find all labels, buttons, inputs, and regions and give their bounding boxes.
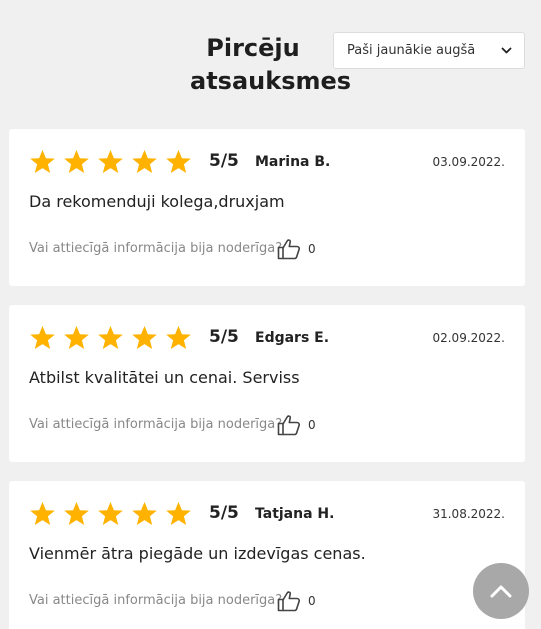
review-card: 5/5 Tatjana H. 31.08.2022. Vienmēr ātra … bbox=[9, 481, 525, 629]
review-author: Tatjana H. bbox=[255, 506, 335, 522]
star-rating bbox=[29, 501, 199, 527]
star-icon bbox=[63, 501, 90, 527]
review-text: Vienmēr ātra piegāde un izdevīgas cenas. bbox=[29, 544, 366, 563]
review-text: Da rekomenduji kolega,druxjam bbox=[29, 192, 285, 211]
star-icon bbox=[29, 501, 56, 527]
review-card: 5/5 Edgars E. 02.09.2022. Atbilst kvalit… bbox=[9, 305, 525, 462]
star-icon bbox=[165, 149, 192, 175]
star-rating bbox=[29, 325, 199, 351]
star-icon bbox=[165, 325, 192, 351]
star-icon bbox=[131, 325, 158, 351]
thumbs-up-icon[interactable] bbox=[277, 238, 301, 260]
star-icon bbox=[97, 149, 124, 175]
page-title: Pircēju atsauksmes bbox=[190, 34, 352, 95]
review-author: Edgars E. bbox=[255, 330, 330, 346]
star-icon bbox=[29, 149, 56, 175]
like-count: 0 bbox=[308, 594, 316, 608]
review-date: 03.09.2022. bbox=[432, 155, 505, 169]
review-card: 5/5 Marina B. 03.09.2022. Da rekomenduji… bbox=[9, 129, 525, 286]
star-icon bbox=[97, 501, 124, 527]
sort-select[interactable]: Paši jaunākie augšā bbox=[333, 32, 525, 69]
helpful-question: Vai attiecīgā informācija bija noderīga? bbox=[29, 241, 283, 256]
star-icon bbox=[165, 501, 192, 527]
thumbs-up-icon[interactable] bbox=[277, 590, 301, 612]
review-score: 5/5 bbox=[209, 151, 239, 171]
review-text: Atbilst kvalitātei un cenai. Serviss bbox=[29, 368, 300, 387]
like-count: 0 bbox=[308, 418, 316, 432]
review-date: 31.08.2022. bbox=[432, 507, 505, 521]
star-icon bbox=[131, 149, 158, 175]
review-score: 5/5 bbox=[209, 503, 239, 523]
star-icon bbox=[97, 325, 124, 351]
star-rating bbox=[29, 149, 199, 175]
helpful-question: Vai attiecīgā informācija bija noderīga? bbox=[29, 417, 283, 432]
chevron-down-icon bbox=[501, 47, 512, 54]
review-date: 02.09.2022. bbox=[432, 331, 505, 345]
star-icon bbox=[63, 325, 90, 351]
star-icon bbox=[131, 501, 158, 527]
scroll-to-top-button[interactable] bbox=[473, 563, 529, 619]
sort-selected-value: Paši jaunākie augšā bbox=[347, 43, 476, 58]
helpful-question: Vai attiecīgā informācija bija noderīga? bbox=[29, 593, 283, 608]
thumbs-up-icon[interactable] bbox=[277, 414, 301, 436]
review-score: 5/5 bbox=[209, 327, 239, 347]
review-author: Marina B. bbox=[255, 154, 331, 170]
like-count: 0 bbox=[308, 242, 316, 256]
star-icon bbox=[29, 325, 56, 351]
chevron-up-icon bbox=[490, 585, 512, 598]
star-icon bbox=[63, 149, 90, 175]
reviews-page: Pircēju atsauksmes Paši jaunākie augšā 5… bbox=[0, 0, 541, 629]
reviews-header: Pircēju atsauksmes Paši jaunākie augšā bbox=[0, 0, 541, 129]
